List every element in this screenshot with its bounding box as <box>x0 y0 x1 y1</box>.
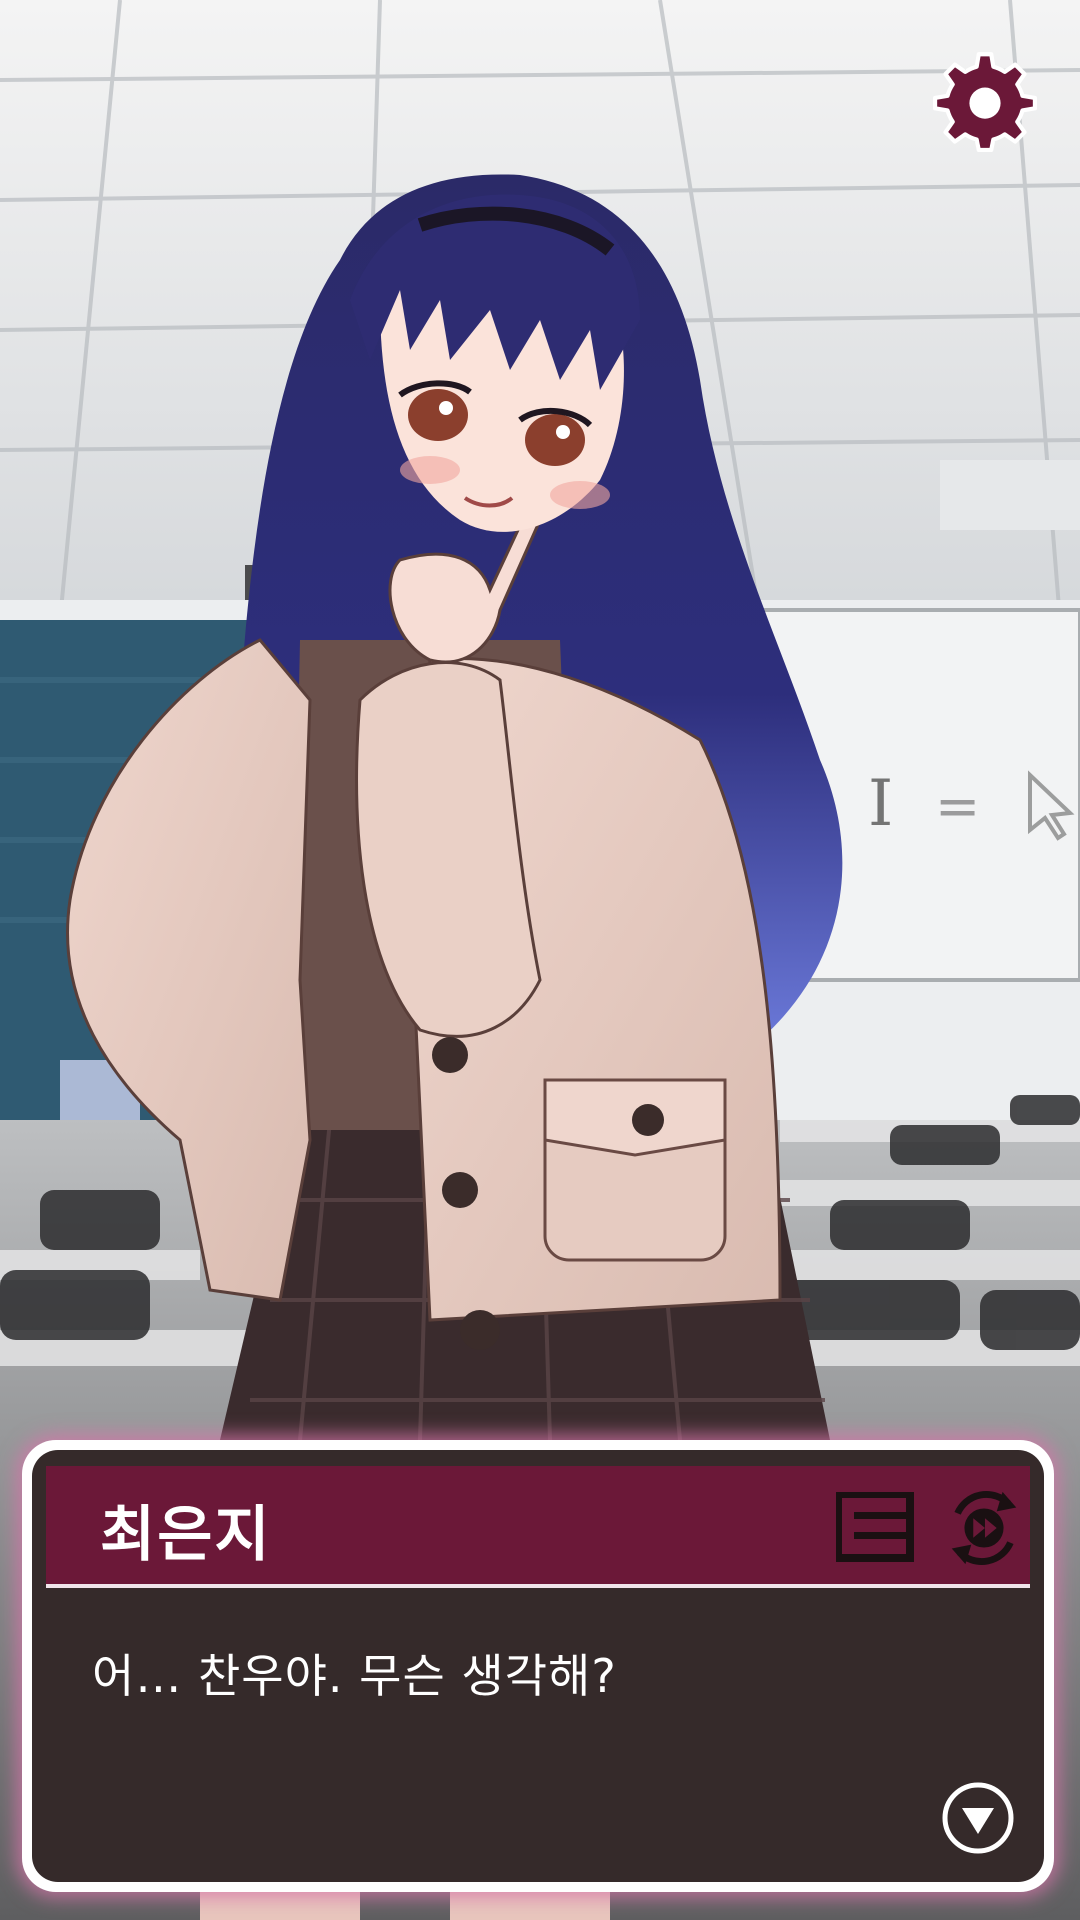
dialogue-panel: 최은지 어… 찬우야. 무슨 생각해? <box>32 1450 1044 1882</box>
log-button[interactable] <box>834 1490 916 1562</box>
speaker-name: 최은지 <box>100 1500 272 1570</box>
next-button[interactable] <box>940 1780 1016 1856</box>
auto-skip-icon <box>951 1491 1017 1565</box>
dialogue-box[interactable]: 최은지 어… 찬우야. 무슨 생각해? <box>22 1440 1054 1892</box>
log-list-icon <box>834 1490 914 1562</box>
svg-text:=: = <box>935 775 980 838</box>
auto-button[interactable] <box>940 1484 1030 1574</box>
down-triangle-icon <box>942 1782 1014 1854</box>
settings-button[interactable] <box>930 45 1040 155</box>
gear-icon <box>933 52 1037 152</box>
svg-text:I: I <box>868 767 893 841</box>
name-bar: 최은지 <box>46 1466 1030 1588</box>
dialogue-text: 어… 찬우야. 무슨 생각해? <box>92 1649 617 1703</box>
